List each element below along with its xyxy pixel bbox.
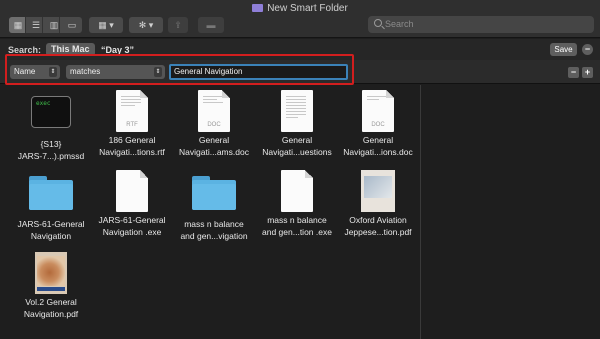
file-label: 186 General Navigati...tions.rtf — [99, 135, 165, 157]
window-title: New Smart Folder — [0, 3, 600, 14]
file-item[interactable]: DOC General Navigati...ions.doc — [337, 90, 419, 158]
add-criteria-button[interactable]: + — [582, 67, 593, 78]
preview-pane — [420, 85, 600, 339]
tag-icon: ▬ — [206, 20, 216, 30]
search-icon — [374, 19, 382, 27]
column-view-icon: ▥ — [49, 20, 59, 30]
file-label: mass n balance and gen...tion .exe — [262, 215, 332, 237]
folder-icon — [29, 176, 73, 210]
smart-folder-icon — [252, 4, 264, 12]
text-document-icon — [281, 90, 313, 132]
folder-icon — [192, 176, 236, 210]
remove-scope-button[interactable]: − — [582, 44, 593, 55]
save-button[interactable]: Save — [550, 43, 577, 56]
file-label: General Navigati...ams.doc — [179, 135, 249, 157]
file-item[interactable]: JARS-61-General Navigation — [10, 170, 92, 242]
file-item[interactable]: exec {S13} JARS-7...).pmssd — [10, 90, 92, 162]
rtf-document-icon: RTF — [116, 90, 148, 132]
pdf-cover-thumbnail-icon — [35, 252, 67, 294]
file-item[interactable]: General Navigati...uestions — [256, 90, 338, 158]
file-item[interactable]: Vol.2 General Navigation.pdf — [10, 252, 92, 320]
file-label: Vol.2 General Navigation.pdf — [23, 297, 79, 319]
criteria-highlight — [5, 54, 354, 85]
share-icon: ⇪ — [174, 20, 182, 30]
file-label: General Navigati...uestions — [262, 135, 332, 157]
search-field[interactable]: Search — [368, 16, 594, 33]
file-item[interactable]: JARS-61-General Navigation .exe — [91, 170, 173, 238]
file-item[interactable]: DOC General Navigati...ams.doc — [173, 90, 255, 158]
file-label: {S13} JARS-7...).pmssd — [17, 139, 85, 161]
blank-document-icon — [116, 170, 148, 212]
doc-document-icon: DOC — [362, 90, 394, 132]
file-label: Oxford Aviation Jeppese...tion.pdf — [344, 215, 412, 237]
icon-view-icon: ▦ — [13, 20, 23, 30]
remove-criteria-button[interactable]: − — [568, 67, 579, 78]
file-item[interactable]: mass n balance and gen...tion .exe — [256, 170, 338, 238]
group-icon: ▦ ▾ — [98, 20, 114, 30]
file-item[interactable]: mass n balance and gen...vigation — [173, 170, 255, 242]
file-label: JARS-61-General Navigation .exe — [98, 215, 166, 237]
doc-document-icon: DOC — [198, 90, 230, 132]
search-placeholder: Search — [385, 19, 414, 29]
pdf-thumbnail-icon — [361, 170, 395, 212]
list-view-icon: ☰ — [31, 20, 41, 30]
file-item[interactable]: Oxford Aviation Jeppese...tion.pdf — [337, 170, 419, 238]
gallery-view-icon: ▭ — [67, 20, 77, 30]
blank-document-icon — [281, 170, 313, 212]
file-label: JARS-61-General Navigation — [17, 219, 85, 241]
file-label: mass n balance and gen...vigation — [180, 219, 248, 241]
exec-badge: exec — [36, 100, 51, 107]
action-gear-icon: ✻ ▾ — [138, 20, 154, 30]
file-label: General Navigati...ions.doc — [343, 135, 413, 157]
exec-file-icon: exec — [31, 96, 71, 128]
file-item[interactable]: RTF 186 General Navigati...tions.rtf — [91, 90, 173, 158]
